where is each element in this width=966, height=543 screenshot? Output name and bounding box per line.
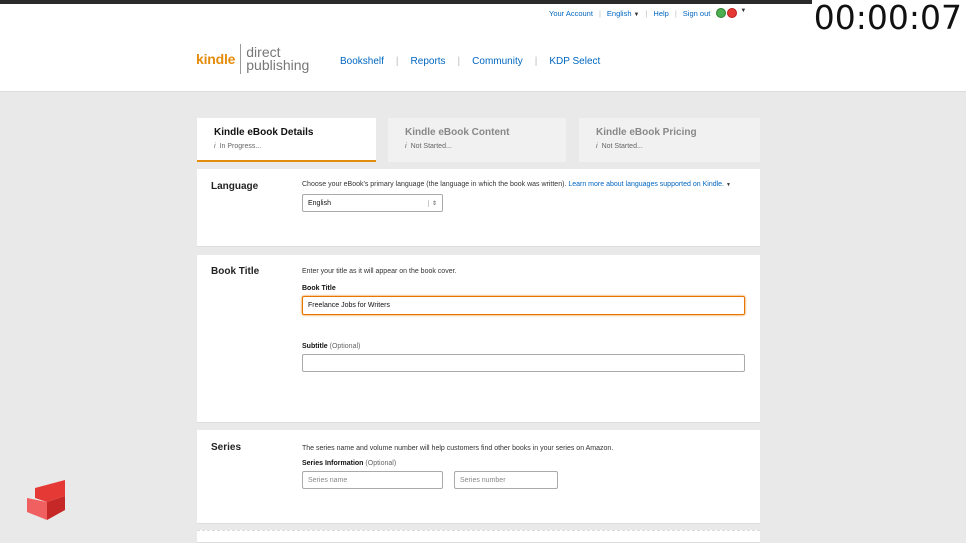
tab-gap xyxy=(376,118,388,162)
tab-status: i Not Started... xyxy=(596,143,743,150)
tab-status: i In Progress... xyxy=(214,143,359,150)
section-body: Enter your title as it will appear on th… xyxy=(302,267,745,372)
divider: | xyxy=(674,8,677,18)
red-flag-icon xyxy=(727,8,738,18)
caret-down-icon: ▼ xyxy=(725,182,731,188)
subtitle-label-text: Subtitle xyxy=(302,343,328,350)
series-number-placeholder: Series number xyxy=(460,476,506,484)
language-selected-value: English xyxy=(308,199,331,207)
section-label: Language xyxy=(211,181,259,192)
tab-title: Kindle eBook Content xyxy=(405,127,510,138)
series-inputs: Series name Series number xyxy=(302,471,745,489)
tab-title: Kindle eBook Details xyxy=(214,127,314,138)
section-label: Book Title xyxy=(211,266,260,277)
section-label: Series xyxy=(211,442,242,453)
info-icon: i xyxy=(405,143,407,150)
flags-menu[interactable]: ▼ xyxy=(716,8,746,18)
video-watermark-icon xyxy=(27,480,65,520)
select-arrows-icon: ⇕ xyxy=(427,199,437,207)
series-info-label-text: Series Information xyxy=(302,460,364,467)
series-section: Series The series name and volume number… xyxy=(197,430,760,524)
tab-ebook-details[interactable]: Kindle eBook Details i In Progress... xyxy=(197,118,376,162)
info-icon: i xyxy=(596,143,598,150)
logo-publishing: publishing xyxy=(246,57,310,73)
series-name-input[interactable]: Series name xyxy=(302,471,443,489)
sign-out-link[interactable]: Sign out xyxy=(683,9,711,18)
tab-gap xyxy=(566,118,579,162)
book-title-section: Book Title Enter your title as it will a… xyxy=(197,255,760,423)
book-title-description: Enter your title as it will appear on th… xyxy=(302,268,457,275)
help-link[interactable]: Help xyxy=(653,9,668,18)
optional-tag: (Optional) xyxy=(365,460,397,467)
subtitle-field-label: Subtitle (Optional) xyxy=(302,343,745,350)
book-title-field-label: Book Title xyxy=(302,285,336,292)
subtitle-input[interactable] xyxy=(302,354,745,372)
next-section-peek xyxy=(197,530,760,543)
tab-status-text: In Progress... xyxy=(219,143,262,150)
series-number-input[interactable]: Series number xyxy=(454,471,558,489)
optional-tag: (Optional) xyxy=(329,343,361,350)
series-name-placeholder: Series name xyxy=(308,476,348,484)
language-section: Language Choose your eBook's primary lan… xyxy=(197,169,760,247)
divider: | xyxy=(457,56,461,67)
caret-down-icon: ▼ xyxy=(633,11,640,18)
divider: | xyxy=(598,8,601,18)
nav-reports[interactable]: Reports xyxy=(411,56,446,67)
info-icon: i xyxy=(214,143,216,150)
section-body: Choose your eBook's primary language (th… xyxy=(302,180,745,212)
main-nav: Bookshelf | Reports | Community | KDP Se… xyxy=(340,56,600,67)
book-title-value: Freelance Jobs for Writers xyxy=(308,302,390,309)
green-flag-icon xyxy=(716,8,727,18)
nav-kdp-select[interactable]: KDP Select xyxy=(549,56,600,67)
tab-status-text: Not Started... xyxy=(601,143,643,150)
languages-learn-more-link[interactable]: Learn more about languages supported on … xyxy=(568,181,724,188)
tab-title: Kindle eBook Pricing xyxy=(596,127,697,138)
your-account-link[interactable]: Your Account xyxy=(549,9,593,18)
series-info-label: Series Information (Optional) xyxy=(302,460,745,467)
nav-bookshelf[interactable]: Bookshelf xyxy=(340,56,384,67)
utility-bar: Your Account | English ▼ | Help | Sign ou… xyxy=(549,7,746,19)
divider: | xyxy=(645,8,648,18)
series-description: The series name and volume number will h… xyxy=(302,445,614,452)
tab-ebook-pricing[interactable]: Kindle eBook Pricing i Not Started... xyxy=(579,118,760,162)
divider: | xyxy=(534,56,538,67)
language-desc-text: Choose your eBook's primary language (th… xyxy=(302,181,567,188)
step-tabs: Kindle eBook Details i In Progress... Kin… xyxy=(197,118,760,162)
book-title-input[interactable]: Freelance Jobs for Writers xyxy=(302,296,745,315)
language-select[interactable]: English ⇕ xyxy=(302,194,443,212)
kdp-logo[interactable]: kindle direct publishing xyxy=(196,44,309,74)
tab-status-text: Not Started... xyxy=(410,143,452,150)
logo-divider xyxy=(240,44,242,74)
logo-direct-publishing: direct publishing xyxy=(246,45,310,73)
language-menu-label: English xyxy=(606,8,632,18)
tab-ebook-content[interactable]: Kindle eBook Content i Not Started... xyxy=(388,118,566,162)
caret-down-icon: ▼ xyxy=(740,8,747,14)
language-description: Choose your eBook's primary language (th… xyxy=(302,180,745,190)
timer-overlay: 00:00:07 xyxy=(812,0,966,36)
tab-status: i Not Started... xyxy=(405,143,549,150)
logo-kindle: kindle xyxy=(196,51,236,67)
language-menu[interactable]: English ▼ xyxy=(607,9,640,18)
nav-community[interactable]: Community xyxy=(472,56,523,67)
section-body: The series name and volume number will h… xyxy=(302,444,745,489)
divider: | xyxy=(395,56,399,67)
